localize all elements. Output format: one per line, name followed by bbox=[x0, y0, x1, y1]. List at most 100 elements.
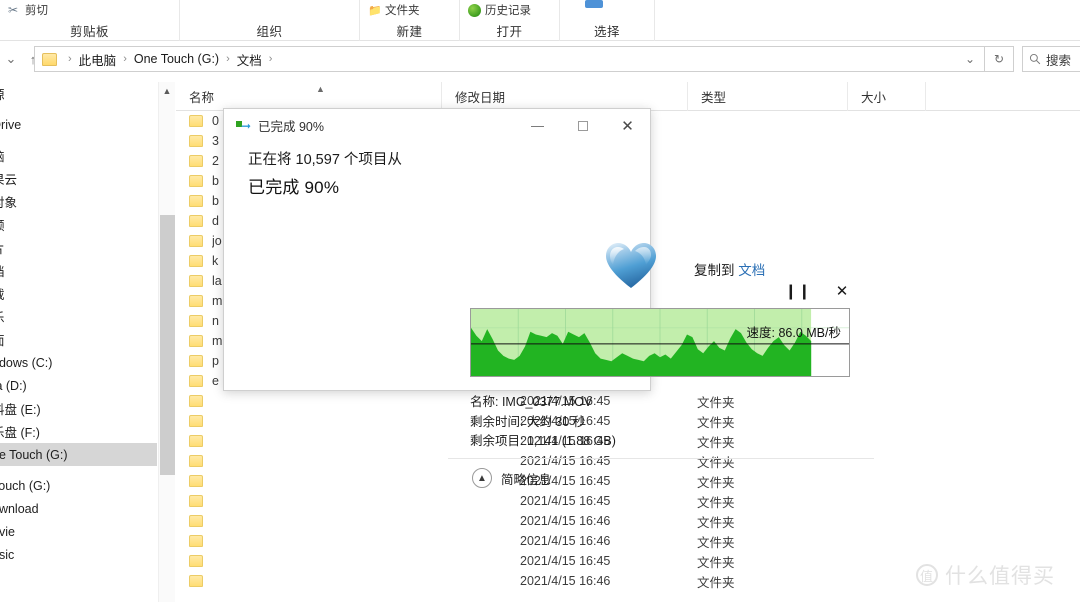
column-header-type[interactable]: 类型 bbox=[688, 82, 848, 111]
sidebar-item-12[interactable]: ta (D:) bbox=[0, 374, 157, 397]
breadcrumb-item-this-pc[interactable]: 此电脑 bbox=[76, 50, 120, 69]
table-row[interactable]: 2021/4/15 16:46文件夹 bbox=[176, 511, 1080, 531]
breadcrumb-item-one-touch[interactable]: One Touch (G:) bbox=[131, 52, 222, 66]
table-row[interactable]: 2021/4/15 16:45文件夹 bbox=[176, 411, 1080, 431]
sidebar-item-21[interactable]: 4 bbox=[0, 589, 157, 602]
cancel-button[interactable]: ✕ bbox=[830, 279, 854, 303]
navigation-scrollbar[interactable]: ▲ bbox=[158, 82, 175, 602]
table-row[interactable]: 2021/4/15 16:45文件夹 bbox=[176, 431, 1080, 451]
sidebar-item-label: 面 bbox=[0, 330, 5, 349]
sidebar-item-label: 脑 bbox=[0, 146, 5, 165]
table-row[interactable]: 2021/4/15 16:45文件夹 bbox=[176, 451, 1080, 471]
progress-percent-line: 已完成 90% bbox=[248, 173, 626, 198]
cell-type: 文件夹 bbox=[688, 572, 848, 591]
history-button[interactable]: 历史记录 bbox=[468, 2, 531, 18]
chevron-up-icon: ▲ bbox=[163, 86, 172, 96]
ribbon-group-clipboard: ✂ 剪切 剪贴板 bbox=[0, 0, 180, 41]
breadcrumb-separator: › bbox=[119, 53, 131, 65]
chevron-up-circle-icon: ▲ bbox=[472, 468, 492, 488]
sidebar-item-label: 料盘 (E:) bbox=[0, 399, 41, 418]
speed-graph: 速度: 86.0 MB/秒 bbox=[470, 308, 850, 377]
sidebar-item-label: 对象 bbox=[0, 192, 17, 211]
copy-progress-dialog[interactable]: ➞ 已完成 90% — ✕ 正在将 10,597 个项目从 已完成 90% bbox=[223, 108, 651, 391]
sidebar-item-10[interactable]: 面 bbox=[0, 328, 157, 351]
ribbon-group-open: 历史记录 打开 bbox=[460, 0, 560, 41]
scrollbar-thumb[interactable] bbox=[160, 215, 175, 475]
less-info-toggle[interactable]: ▲ 简略信息 bbox=[472, 468, 551, 488]
cell-date: 2021/4/15 16:45 bbox=[442, 554, 688, 568]
folder-icon bbox=[189, 255, 203, 267]
search-icon bbox=[1029, 53, 1041, 65]
pause-button[interactable]: ❙❙ bbox=[786, 279, 810, 303]
refresh-button[interactable]: ↻ bbox=[985, 46, 1014, 72]
sidebar-item-8[interactable]: 载 bbox=[0, 282, 157, 305]
maximize-button[interactable] bbox=[560, 109, 605, 142]
copy-to-destination-link[interactable]: 文档 bbox=[738, 263, 765, 278]
column-header-size[interactable]: 大小 bbox=[848, 82, 926, 111]
sidebar-item-20[interactable]: c bbox=[0, 566, 157, 589]
address-dropdown-button[interactable]: ⌄ bbox=[956, 46, 985, 72]
cut-button[interactable]: ✂ 剪切 bbox=[8, 2, 48, 18]
folder-icon bbox=[189, 275, 203, 287]
sidebar-item-14[interactable]: 乐盘 (F:) bbox=[0, 420, 157, 443]
nav-group-gap bbox=[0, 136, 157, 144]
table-row[interactable]: 2021/4/15 16:45文件夹 bbox=[176, 491, 1080, 511]
breadcrumb-item-documents[interactable]: 文档 bbox=[234, 50, 265, 69]
close-button[interactable]: ✕ bbox=[605, 109, 650, 142]
history-icon bbox=[468, 4, 481, 17]
sidebar-item-19[interactable]: usic bbox=[0, 543, 157, 566]
sidebar-item-0[interactable]: 源 bbox=[0, 82, 157, 105]
search-input[interactable]: 搜索 bbox=[1022, 46, 1080, 72]
cell-date: 2021/4/15 16:46 bbox=[442, 534, 688, 548]
folder-icon bbox=[189, 495, 203, 507]
sidebar-item-label: 乐盘 (F:) bbox=[0, 422, 40, 441]
dialog-title: 已完成 90% bbox=[258, 116, 324, 135]
sidebar-item-2[interactable]: 脑 bbox=[0, 144, 157, 167]
sidebar-item-3[interactable]: 果云 bbox=[0, 167, 157, 190]
folder-icon bbox=[189, 315, 203, 327]
folder-icon bbox=[189, 455, 203, 467]
copy-source-line: 正在将 10,597 个项目从 bbox=[248, 148, 626, 169]
sidebar-item-label: ne Touch (G:) bbox=[0, 448, 68, 462]
dialog-divider bbox=[448, 458, 874, 459]
column-header-name[interactable]: 名称 ▲ bbox=[176, 82, 442, 111]
cancel-icon: ✕ bbox=[836, 282, 849, 300]
navigation-pane[interactable]: 源 Drive 脑果云对象频片档载乐面 ndows (C:)ta (D:) 料盘 (E:… bbox=[0, 82, 158, 602]
copy-icon: ➞ bbox=[236, 120, 251, 132]
breadcrumb[interactable]: › 此电脑 › One Touch (G:) › 文档 › bbox=[34, 46, 974, 72]
folder-icon bbox=[189, 475, 203, 487]
back-dropdown-button[interactable]: ⌄ bbox=[0, 46, 22, 72]
sidebar-item-label: 果云 bbox=[0, 169, 17, 188]
copy-destination-line: 复制到 文档 bbox=[694, 259, 765, 279]
sidebar-item-6[interactable]: 片 bbox=[0, 236, 157, 259]
sidebar-item-7[interactable]: 档 bbox=[0, 259, 157, 282]
sidebar-item-1[interactable]: Drive bbox=[0, 113, 157, 136]
chevron-down-icon: ⌄ bbox=[6, 51, 17, 67]
sidebar-item-15[interactable]: ne Touch (G:) bbox=[0, 443, 157, 466]
table-row[interactable]: 2021/4/15 16:45文件夹 bbox=[176, 471, 1080, 491]
sidebar-item-4[interactable]: 对象 bbox=[0, 190, 157, 213]
scroll-up-button[interactable]: ▲ bbox=[159, 82, 175, 99]
column-header-size-label: 大小 bbox=[861, 87, 886, 106]
nav-group-gap bbox=[0, 105, 157, 113]
sidebar-item-11[interactable]: ndows (C:) bbox=[0, 351, 157, 374]
heart-icon bbox=[604, 241, 658, 291]
column-header-date[interactable]: 修改日期 bbox=[442, 82, 688, 111]
sidebar-item-16[interactable]: Touch (G:) bbox=[0, 474, 157, 497]
sidebar-item-9[interactable]: 乐 bbox=[0, 305, 157, 328]
sidebar-item-13[interactable]: 料盘 (E:) bbox=[0, 397, 157, 420]
sidebar-item-5[interactable]: 频 bbox=[0, 213, 157, 236]
table-row[interactable]: 2021/4/15 16:45文件夹 bbox=[176, 391, 1080, 411]
sidebar-item-18[interactable]: ovie bbox=[0, 520, 157, 543]
ribbon-group-title-open: 打开 bbox=[460, 20, 559, 41]
sidebar-item-17[interactable]: ownload bbox=[0, 497, 157, 520]
sidebar-item-label: 乐 bbox=[0, 307, 5, 326]
new-folder-button[interactable]: 📁 文件夹 bbox=[368, 2, 420, 18]
dialog-title-bar[interactable]: ➞ 已完成 90% — ✕ bbox=[224, 109, 650, 142]
cell-date: 2021/4/15 16:45 bbox=[442, 494, 688, 508]
folder-icon bbox=[189, 195, 203, 207]
table-row[interactable]: 2021/4/15 16:46文件夹 bbox=[176, 531, 1080, 551]
minimize-button[interactable]: — bbox=[515, 109, 560, 142]
scissors-icon: ✂ bbox=[8, 4, 21, 17]
folder-icon bbox=[189, 355, 203, 367]
